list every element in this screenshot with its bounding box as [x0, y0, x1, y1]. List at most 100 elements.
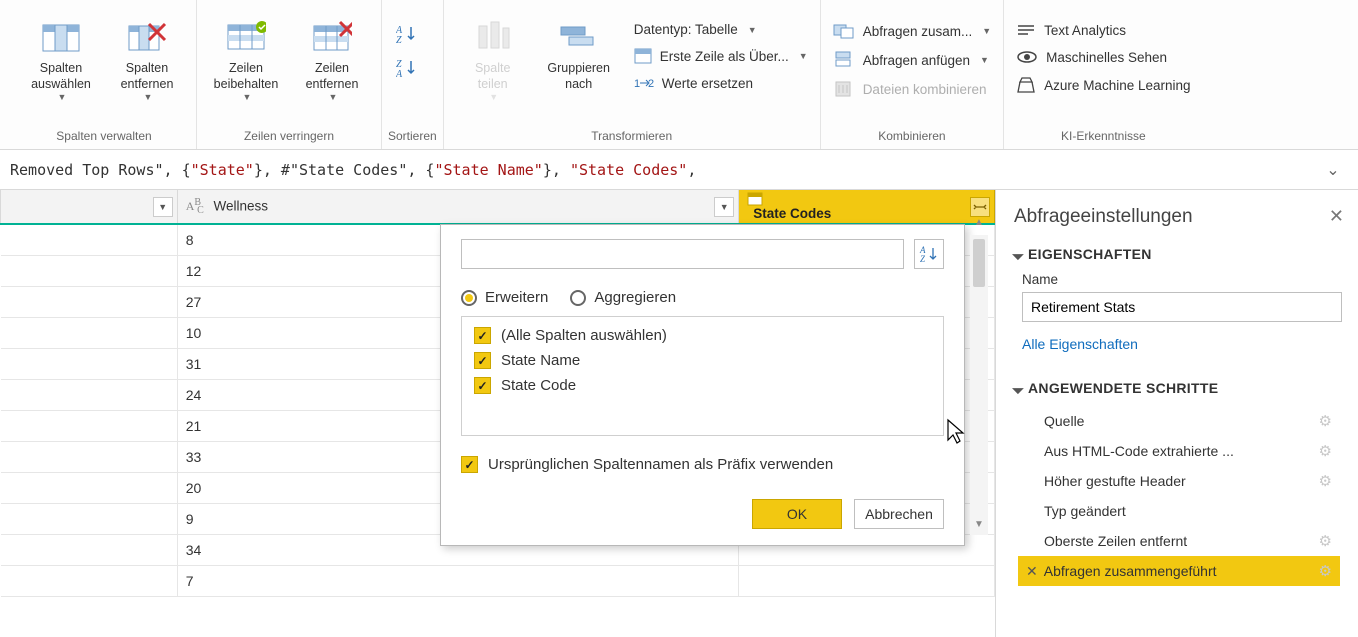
chevron-down-icon: ▼ — [144, 92, 153, 103]
keep-rows-button[interactable]: Zeilen beibehalten▼ — [203, 14, 289, 114]
applied-step[interactable]: Oberste Zeilen entfernt⚙ — [1018, 526, 1340, 556]
gear-icon[interactable]: ⚙ — [1319, 562, 1332, 580]
keep-rows-label: Zeilen beibehalten — [214, 61, 279, 92]
keep-rows-icon — [226, 16, 266, 56]
group-by-icon — [559, 16, 599, 56]
column-wellness-header[interactable]: ABC Wellness ▼ — [177, 190, 738, 224]
remove-rows-button[interactable]: Zeilen entfernen▼ — [289, 14, 375, 114]
check-select-all[interactable]: (Alle Spalten auswählen) — [474, 327, 931, 344]
row-number-cell — [1, 255, 178, 286]
split-column-button[interactable]: Spalte teilen▼ — [450, 14, 536, 114]
split-column-label: Spalte teilen — [475, 61, 510, 92]
scroll-thumb[interactable] — [973, 239, 985, 287]
expand-search-input[interactable] — [461, 239, 904, 269]
table-row[interactable]: 7 — [1, 565, 995, 596]
row-header-column[interactable]: ▼ — [1, 190, 178, 224]
group-by-button[interactable]: Gruppieren nach — [536, 14, 622, 114]
chevron-down-icon: ▼ — [58, 92, 67, 103]
choose-columns-label: Spalten auswählen — [31, 61, 91, 92]
step-label: Quelle — [1044, 413, 1084, 429]
query-name-input[interactable] — [1022, 292, 1342, 322]
radio-aggregate[interactable]: Aggregieren — [570, 289, 676, 306]
checkbox-on-icon — [474, 327, 491, 344]
gear-icon[interactable]: ⚙ — [1319, 532, 1332, 550]
group-combine-label: Kombinieren — [827, 125, 997, 145]
gear-icon[interactable]: ⚙ — [1319, 442, 1332, 460]
check-state-name[interactable]: State Name — [474, 352, 931, 369]
combine-files-icon — [833, 80, 855, 98]
aml-button[interactable]: Azure Machine Learning — [1010, 76, 1196, 94]
column-filter-button[interactable]: ▼ — [714, 197, 734, 217]
aml-icon — [1016, 76, 1036, 94]
row-number-cell — [1, 472, 178, 503]
append-queries-icon — [833, 51, 855, 69]
applied-step[interactable]: Höher gestufte Header⚙ — [1018, 466, 1340, 496]
applied-steps-header[interactable]: ANGEWENDETE SCHRITTE — [1014, 380, 1340, 396]
row-number-cell — [1, 317, 178, 348]
combine-files-button: Dateien kombinieren — [827, 80, 997, 98]
text-analytics-icon — [1016, 22, 1036, 38]
all-properties-link[interactable]: Alle Eigenschaften — [1022, 336, 1138, 352]
column-filter-button[interactable]: ▼ — [153, 197, 173, 217]
expand-formula-button[interactable]: ⌄ — [1316, 160, 1350, 180]
expand-popup: AZ Erweitern Aggregieren (Alle Spalten a… — [440, 224, 965, 546]
radio-on-icon — [461, 290, 477, 306]
gear-icon[interactable]: ⚙ — [1319, 472, 1332, 490]
text-analytics-button[interactable]: Text Analytics — [1010, 22, 1196, 38]
applied-step[interactable]: Quelle ⚙ — [1018, 406, 1340, 436]
popup-scrollbar[interactable]: ▲ ▼ — [970, 235, 988, 535]
close-button[interactable]: ✕ — [1329, 206, 1344, 227]
settings-title: Abfrageeinstellungen — [1014, 206, 1340, 228]
sort-az-button[interactable]: AZ — [914, 239, 944, 269]
group-columns-label: Spalten verwalten — [18, 125, 190, 145]
column-state-codes-header[interactable]: State Codes — [739, 190, 995, 224]
group-ki-label: KI-Erkenntnisse — [1010, 125, 1196, 145]
first-row-headers-icon — [634, 48, 652, 64]
replace-values-button[interactable]: 12 Werte ersetzen — [628, 75, 814, 91]
radio-expand[interactable]: Erweitern — [461, 289, 548, 306]
chevron-down-icon: ▼ — [243, 92, 252, 103]
scroll-down-icon[interactable]: ▼ — [970, 519, 988, 537]
gear-icon[interactable]: ⚙ — [1319, 412, 1332, 430]
row-number-cell — [1, 410, 178, 441]
datatype-button[interactable]: Datentyp: Tabelle▼ — [628, 22, 814, 37]
remove-columns-button[interactable]: Spalten entfernen▼ — [104, 14, 190, 114]
type-text-icon: ABC — [186, 199, 204, 213]
applied-step[interactable]: Typ geändert — [1018, 496, 1340, 526]
delete-step-icon[interactable]: ✕ — [1026, 563, 1038, 579]
choose-columns-button[interactable]: Spalten auswählen▼ — [18, 14, 104, 114]
sort-desc-button[interactable]: ZA — [392, 56, 422, 80]
chevron-down-icon: ▼ — [980, 55, 989, 65]
state-codes-cell — [739, 565, 995, 596]
choose-columns-icon — [41, 16, 81, 56]
row-number-cell — [1, 348, 178, 379]
cancel-button[interactable]: Abbrechen — [854, 499, 944, 529]
scroll-up-icon[interactable]: ▲ — [970, 217, 988, 235]
sort-asc-button[interactable]: AZ — [392, 22, 422, 46]
row-number-cell — [1, 534, 178, 565]
expand-column-button[interactable] — [970, 197, 990, 217]
vision-button[interactable]: Maschinelles Sehen — [1010, 49, 1196, 65]
group-sort-label: Sortieren — [388, 125, 437, 145]
remove-columns-icon — [127, 16, 167, 56]
remove-columns-label: Spalten entfernen — [121, 61, 174, 92]
chevron-down-icon: ▼ — [799, 51, 808, 61]
first-row-headers-button[interactable]: Erste Zeile als Über...▼ — [628, 48, 814, 64]
svg-text:Z: Z — [920, 254, 926, 264]
remove-rows-label: Zeilen entfernen — [306, 61, 359, 92]
check-state-code[interactable]: State Code — [474, 377, 931, 394]
check-prefix[interactable]: Ursprünglichen Spaltennamen als Präfix v… — [461, 456, 944, 473]
row-number-cell — [1, 565, 178, 596]
name-label: Name — [1022, 272, 1340, 287]
applied-step[interactable]: ✕Abfragen zusammengeführt⚙ — [1018, 556, 1340, 586]
group-by-label: Gruppieren nach — [547, 61, 610, 92]
ok-button[interactable]: OK — [752, 499, 842, 529]
row-number-cell — [1, 503, 178, 534]
radio-off-icon — [570, 290, 586, 306]
split-column-icon — [473, 16, 513, 56]
formula-bar-text[interactable]: Removed Top Rows", {"State"}, #"State Co… — [8, 161, 1316, 179]
applied-step[interactable]: Aus HTML-Code extrahierte ...⚙ — [1018, 436, 1340, 466]
append-queries-button[interactable]: Abfragen anfügen▼ — [827, 51, 997, 69]
properties-section-header[interactable]: EIGENSCHAFTEN — [1014, 246, 1340, 262]
merge-queries-button[interactable]: Abfragen zusam...▼ — [827, 22, 997, 40]
